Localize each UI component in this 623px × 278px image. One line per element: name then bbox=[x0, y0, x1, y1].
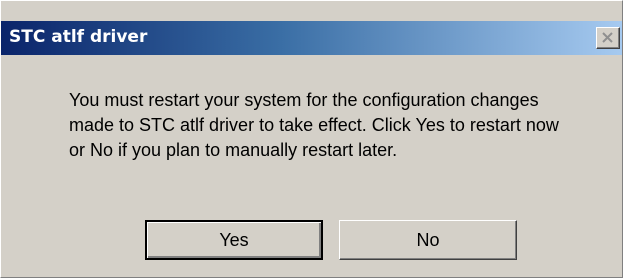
close-button[interactable] bbox=[596, 27, 620, 49]
yes-button[interactable]: Yes bbox=[145, 220, 323, 260]
dialog-message: You must restart your system for the con… bbox=[69, 90, 559, 160]
dialog-window: STC atlf driver You must restart your sy… bbox=[0, 0, 623, 278]
close-icon bbox=[602, 32, 613, 43]
title-bar[interactable]: STC atlf driver bbox=[1, 21, 622, 55]
no-button[interactable]: No bbox=[339, 220, 517, 260]
window-title: STC atlf driver bbox=[9, 27, 148, 47]
